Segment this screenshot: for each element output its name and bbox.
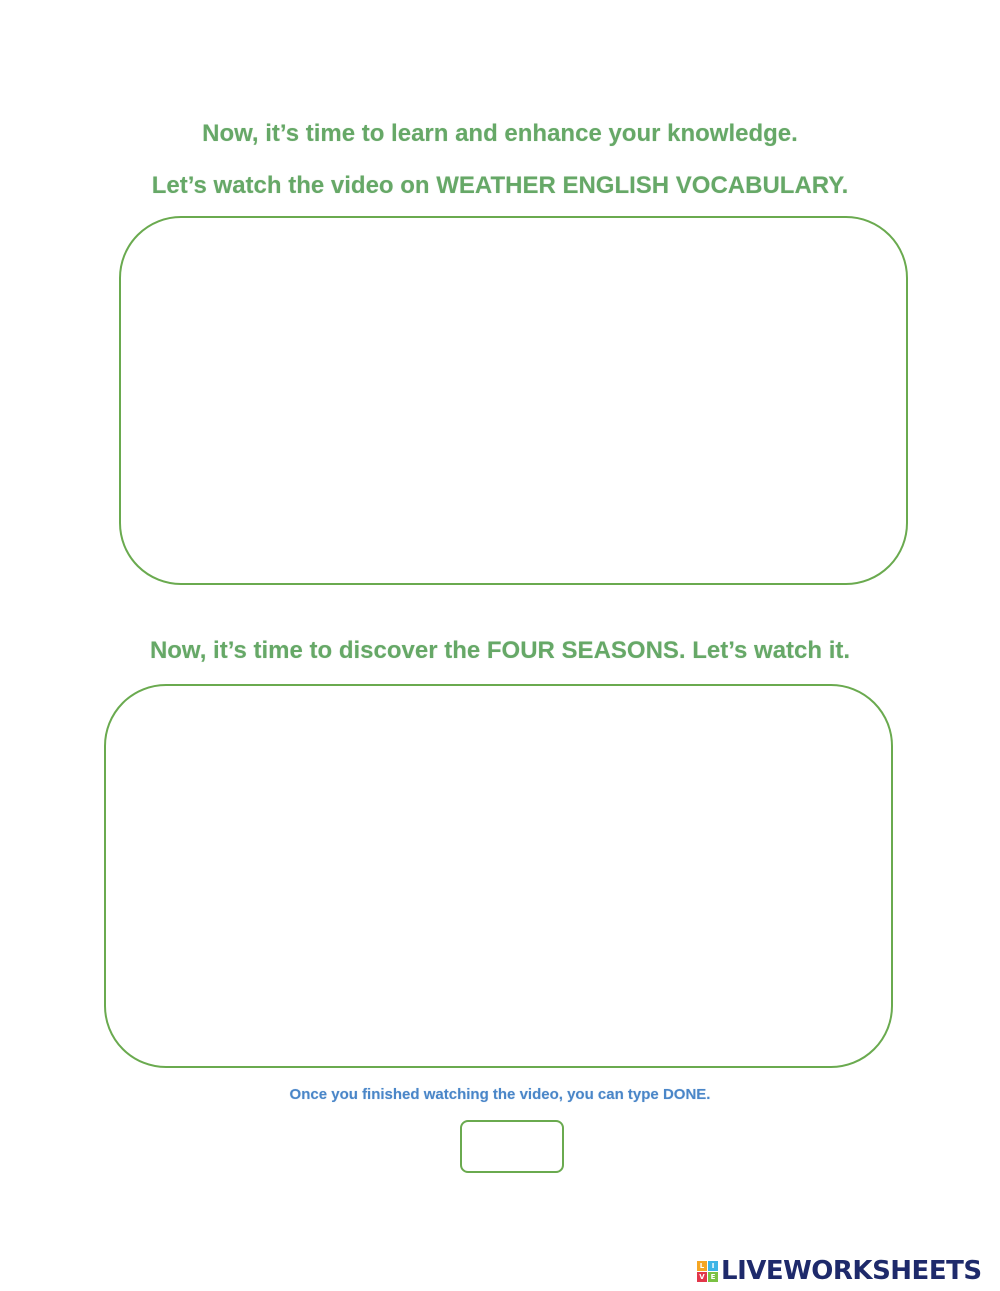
logo-mark-letter: L [697,1260,707,1271]
logo-mark-letter: E [708,1271,718,1282]
seasons-video-frame[interactable] [104,684,893,1068]
live-logo-icon: L I V E [697,1260,718,1282]
done-answer-input[interactable] [460,1120,564,1173]
logo-mark-letter: V [697,1271,707,1282]
liveworksheets-logo: L I V E LIVEWORKSHEETS [697,1256,982,1286]
seasons-video-heading: Now, it’s time to discover the FOUR SEAS… [149,637,851,664]
logo-text: LIVEWORKSHEETS [721,1256,982,1286]
intro-heading: Now, it’s time to learn and enhance your… [202,120,798,147]
weather-video-frame[interactable] [119,216,908,585]
weather-video-heading: Let’s watch the video on WEATHER ENGLISH… [151,172,849,199]
logo-mark-letter: I [708,1260,718,1271]
done-instruction: Once you finished watching the video, yo… [289,1086,711,1103]
